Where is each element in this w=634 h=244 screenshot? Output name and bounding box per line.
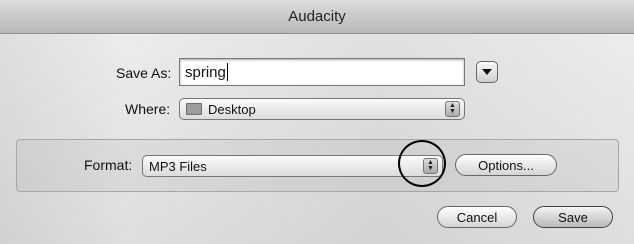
up-down-arrows-icon: ▲ ▼ — [445, 101, 460, 117]
window-title-bar: Audacity — [0, 0, 634, 34]
expand-browser-button[interactable] — [476, 61, 498, 83]
options-button[interactable]: Options... — [455, 154, 557, 176]
format-label: Format: — [84, 157, 133, 173]
save-as-label: Save As: — [116, 65, 172, 81]
up-down-arrows-icon: ▲ ▼ — [423, 158, 438, 174]
where-label: Where: — [125, 101, 171, 117]
chevron-down-icon — [482, 69, 492, 75]
save-as-value: spring — [185, 63, 226, 81]
folder-icon — [186, 103, 202, 115]
save-as-field[interactable]: spring — [179, 58, 465, 86]
where-value: Desktop — [208, 101, 256, 117]
format-popup[interactable]: MP3 Files ▲ ▼ — [142, 155, 443, 177]
cancel-button[interactable]: Cancel — [437, 206, 517, 228]
where-popup[interactable]: Desktop ▲ ▼ — [179, 98, 465, 120]
format-value: MP3 Files — [149, 158, 207, 174]
text-caret — [226, 63, 228, 81]
window-title: Audacity — [288, 8, 346, 25]
save-button[interactable]: Save — [533, 206, 613, 228]
